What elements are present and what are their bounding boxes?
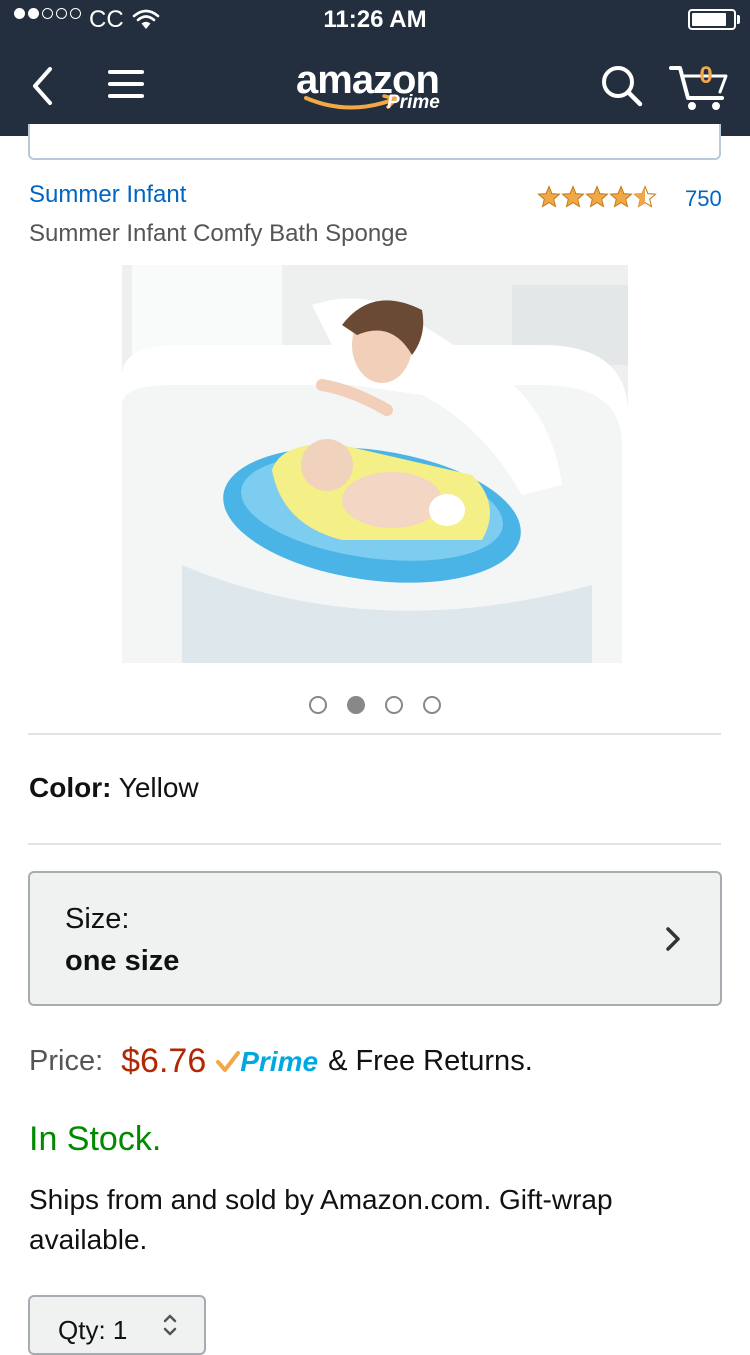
nav-bar: amazon Prime <box>0 40 750 136</box>
product-title: Summer Infant Comfy Bath Sponge <box>29 220 408 247</box>
prime-check-icon <box>216 1050 241 1072</box>
menu-icon[interactable] <box>106 67 146 101</box>
amazon-prime-logo[interactable]: amazon Prime <box>296 58 456 118</box>
stepper-arrows-icon <box>163 1314 177 1336</box>
status-bar: CC 11:26 AM <box>0 0 750 40</box>
app-header: CC 11:26 AM amazon Prime 0 <box>0 0 750 136</box>
status-time: 11:26 AM <box>323 6 427 33</box>
search-icon[interactable] <box>600 64 644 108</box>
previous-section-box <box>28 124 721 160</box>
logo-prime: Prime <box>387 92 440 113</box>
divider <box>28 843 721 845</box>
price-label: Price: <box>29 1045 104 1077</box>
image-pager[interactable] <box>0 696 750 714</box>
prime-badge: Prime <box>216 1046 318 1078</box>
quantity-label: Qty: 1 <box>58 1315 127 1346</box>
cart-count: 0 <box>699 62 713 89</box>
price-value: $6.76 <box>121 1042 207 1080</box>
size-value: one size <box>65 945 180 977</box>
product-image[interactable] <box>122 265 628 663</box>
quantity-selector[interactable]: Qty: 1 <box>28 1295 206 1355</box>
color-row: Color: Yellow <box>29 772 199 804</box>
rating-count[interactable]: 750 <box>685 186 722 212</box>
free-returns-text: & Free Returns. <box>328 1045 533 1077</box>
price-row: Price: $6.76 Prime & Free Returns. <box>29 1042 533 1081</box>
divider <box>28 733 721 735</box>
shipping-info: Ships from and sold by Amazon.com. Gift-… <box>29 1184 613 1255</box>
pager-dot[interactable] <box>385 696 403 714</box>
color-label: Color: <box>29 772 112 803</box>
size-label: Size: <box>65 903 130 935</box>
qty-label-text: Qty: <box>58 1315 106 1345</box>
back-icon[interactable] <box>30 66 56 106</box>
rating-stars-icon[interactable] <box>537 184 657 210</box>
pager-dot-active[interactable] <box>347 696 365 714</box>
color-value: Yellow <box>118 772 199 803</box>
battery-icon <box>688 9 736 30</box>
brand-link[interactable]: Summer Infant <box>29 181 186 209</box>
pager-dot[interactable] <box>309 696 327 714</box>
qty-value: 1 <box>112 1315 128 1345</box>
size-selector[interactable]: Size: one size <box>28 871 722 1006</box>
pager-dot[interactable] <box>423 696 441 714</box>
prime-label: Prime <box>240 1045 319 1077</box>
chevron-right-icon <box>666 927 680 951</box>
stock-status: In Stock. <box>29 1120 162 1158</box>
